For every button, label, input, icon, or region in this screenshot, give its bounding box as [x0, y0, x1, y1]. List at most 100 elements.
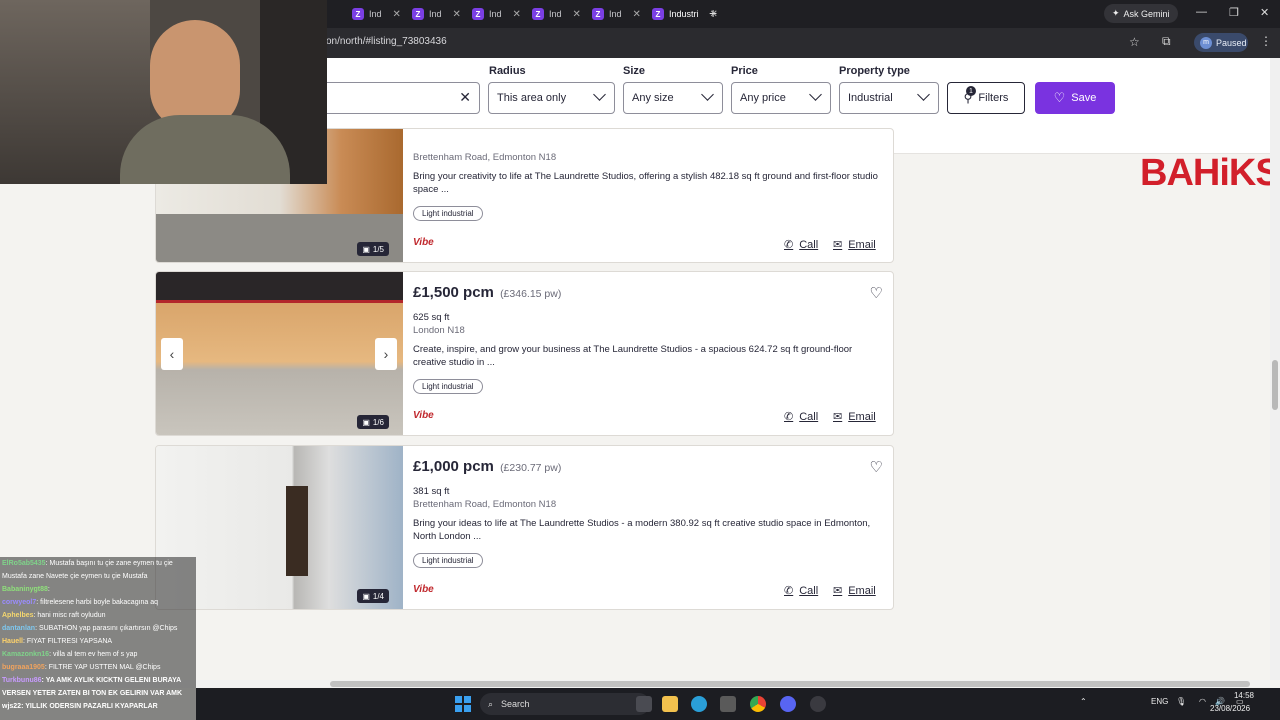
photo-counter-text: 1/4: [372, 591, 384, 601]
vertical-scrollbar[interactable]: [1270, 58, 1280, 680]
filters-button[interactable]: ⚲ 1 Filters: [947, 82, 1025, 114]
email-link[interactable]: ✉ Email: [833, 584, 876, 598]
windows-start-icon[interactable]: [455, 696, 471, 712]
tray-chevron-icon[interactable]: ⌃: [1080, 697, 1087, 706]
chat-username: Babaninygt88: [2, 586, 48, 593]
listing-card[interactable]: ▣ 1/4 £1,000 pcm (£230.77 pw) ♡ 381 sq ft…: [155, 445, 894, 610]
agent-logo[interactable]: Vibe: [413, 584, 434, 595]
property-type-value: Industrial: [848, 92, 893, 104]
menu-kebab-icon[interactable]: ⋮: [1260, 34, 1272, 48]
restore-icon[interactable]: ❐: [1229, 6, 1239, 19]
listing-address: London N18: [413, 325, 465, 336]
save-search-button[interactable]: ♡ Save: [1035, 82, 1115, 114]
close-icon[interactable]: ✕: [393, 9, 401, 20]
streamer-logo: BAHiKS: [1140, 152, 1270, 194]
scrollbar-thumb[interactable]: [330, 681, 1250, 687]
profile-button[interactable]: m Paused: [1194, 33, 1248, 52]
browser-tab[interactable]: Z Ind ✕: [472, 5, 521, 23]
price-per-week: (£346.15 pw): [500, 288, 562, 300]
location-input[interactable]: ✕: [300, 82, 480, 114]
radius-label: Radius: [489, 65, 526, 77]
app-icon[interactable]: [810, 696, 826, 712]
call-link[interactable]: ✆ Call: [784, 584, 819, 598]
email-link[interactable]: ✉ Email: [833, 410, 876, 424]
chat-username: dantanlan: [2, 625, 36, 632]
extensions-icon[interactable]: ⧉: [1162, 34, 1171, 49]
clock-date[interactable]: 23/08/2026: [1210, 704, 1250, 713]
taskbar-search[interactable]: ⌕ Search: [480, 693, 650, 715]
streamer-head: [150, 20, 240, 130]
clear-icon[interactable]: ✕: [459, 89, 471, 106]
chat-message: wjs22: YILLIK ODERSIN PAZARLI KYAPARLAR: [2, 700, 196, 713]
agent-logo[interactable]: Vibe: [413, 237, 434, 248]
tab-title: Industri: [669, 9, 699, 19]
discord-icon[interactable]: [780, 696, 796, 712]
close-icon[interactable]: ✕: [633, 9, 641, 20]
listing-size: 381 sq ft: [413, 486, 450, 497]
size-select[interactable]: Any size: [623, 82, 723, 114]
envelope-icon: ✉: [833, 411, 843, 423]
listing-price[interactable]: £1,500 pcm (£346.15 pw): [413, 284, 561, 301]
browser-tab[interactable]: Z Ind ✕: [592, 5, 641, 23]
size-label: Size: [623, 65, 646, 77]
save-listing-heart-icon[interactable]: ♡: [870, 284, 883, 302]
listing-card[interactable]: ‹ › ▣ 1/6 £1,500 pcm (£346.15 pw) ♡ 625 s…: [155, 271, 894, 436]
radius-select[interactable]: This area only: [488, 82, 615, 114]
close-icon[interactable]: ✕: [573, 9, 581, 20]
browser-tab[interactable]: Z Ind ✕: [352, 5, 401, 23]
url-field[interactable]: on/north/#listing_73803436: [326, 36, 447, 47]
next-photo-button[interactable]: ›: [375, 338, 397, 370]
tab-title: Ind: [549, 9, 562, 19]
size-value: Any size: [632, 92, 674, 104]
listing-price[interactable]: £1,000 pcm (£230.77 pw): [413, 458, 561, 475]
listing-description: Create, inspire, and grow your business …: [413, 344, 853, 368]
price-select[interactable]: Any price: [731, 82, 831, 114]
photo-beam: [156, 300, 403, 303]
ask-gemini-button[interactable]: ✦ Ask Gemini: [1104, 4, 1178, 23]
chat-text: : villa al tem ev hem of s yap: [49, 651, 138, 658]
price-label: Price: [731, 65, 758, 77]
property-type-select[interactable]: Industrial: [839, 82, 939, 114]
call-link[interactable]: ✆ Call: [784, 238, 818, 252]
agent-logo[interactable]: Vibe: [413, 410, 434, 421]
email-link[interactable]: ✉ Email: [833, 238, 876, 252]
edge-icon[interactable]: [691, 696, 707, 712]
webcam-overlay: [0, 0, 327, 184]
save-listing-heart-icon[interactable]: ♡: [870, 458, 883, 476]
chat-text: : FILTRE YAP USTTEN MAL @Chips: [44, 664, 161, 671]
task-view-icon[interactable]: [636, 696, 652, 712]
browser-tab[interactable]: Z Ind ✕: [532, 5, 581, 23]
zoopla-icon: Z: [652, 8, 664, 20]
chat-text: : FIYAT FILTRESI YAPSANA: [23, 638, 113, 645]
minimize-icon[interactable]: —: [1196, 6, 1207, 18]
language-indicator[interactable]: ENG: [1151, 697, 1168, 706]
new-tab-button[interactable]: +: [709, 5, 717, 21]
file-explorer-icon[interactable]: [662, 696, 678, 712]
browser-tab[interactable]: Z Ind ✕: [412, 5, 461, 23]
sparkle-icon: ✦: [1112, 8, 1120, 18]
wifi-icon[interactable]: ◠: [1199, 697, 1206, 706]
photo-doorway: [286, 486, 308, 576]
listing-description: Bring your creativity to life at The Lau…: [413, 171, 878, 195]
store-icon[interactable]: [720, 696, 736, 712]
close-window-icon[interactable]: ✕: [1260, 6, 1269, 19]
scrollbar-thumb[interactable]: [1272, 360, 1278, 410]
microphone-icon[interactable]: 🎙: [1176, 697, 1186, 706]
listing-photo[interactable]: ‹ › ▣ 1/6: [156, 272, 403, 435]
close-icon[interactable]: ✕: [513, 9, 521, 20]
radius-value: This area only: [497, 92, 567, 104]
chat-username: Kamazonkn16: [2, 651, 50, 658]
tab-title: Ind: [369, 9, 382, 19]
prev-photo-button[interactable]: ‹: [161, 338, 183, 370]
call-link[interactable]: ✆ Call: [784, 410, 818, 424]
close-icon[interactable]: ✕: [453, 9, 461, 20]
tab-title: Ind: [489, 9, 502, 19]
chat-message: Babaninygt88:: [2, 583, 196, 596]
zoopla-icon: Z: [352, 8, 364, 20]
chat-text: : YILLIK ODERSIN PAZARLI KYAPARLAR: [21, 703, 158, 710]
bookmark-star-icon[interactable]: ☆: [1129, 35, 1140, 49]
chat-message: ElRo5ab5435: Mustafa başını tu çie zane …: [2, 557, 196, 583]
chrome-icon[interactable]: [750, 696, 766, 712]
clock-time[interactable]: 14:58: [1220, 691, 1254, 700]
call-label: Call: [799, 584, 819, 597]
